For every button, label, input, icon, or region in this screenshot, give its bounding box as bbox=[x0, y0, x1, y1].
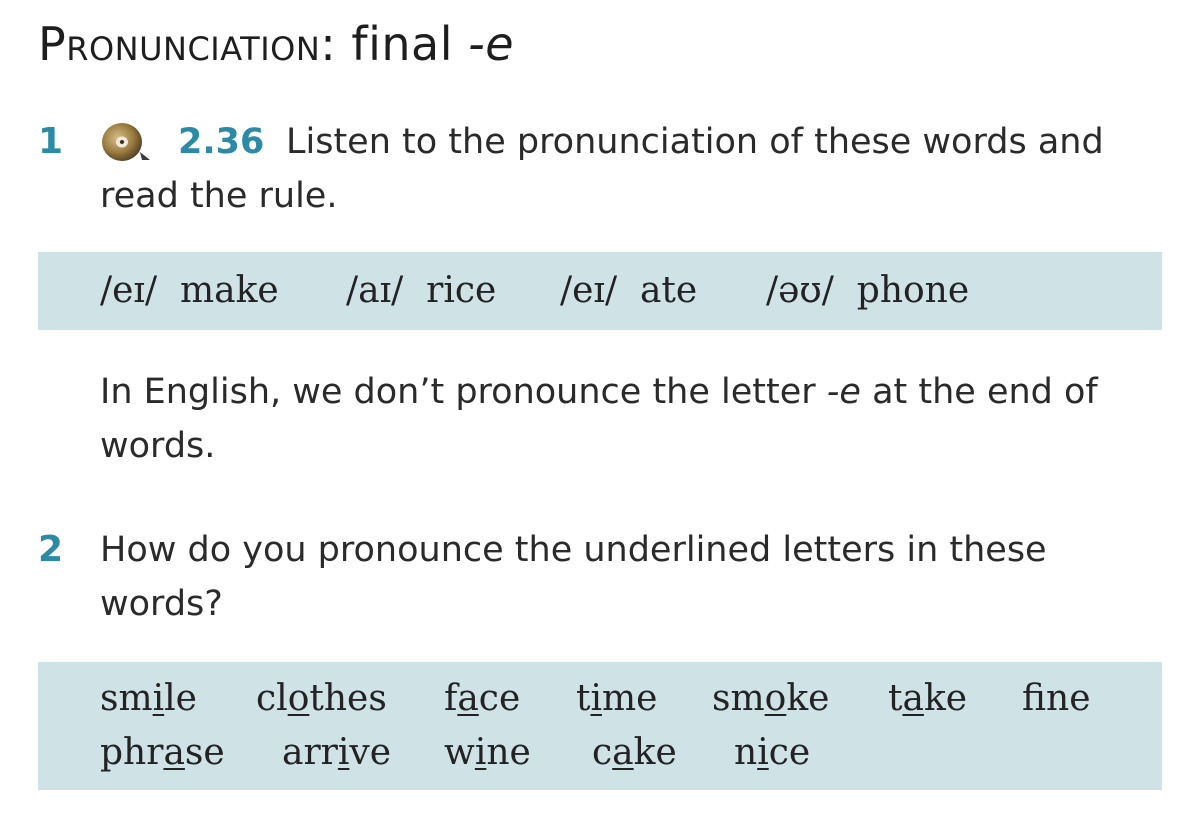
word-nice: nice bbox=[734, 732, 811, 773]
word-item-phone: /əʊ/ phone bbox=[766, 266, 969, 316]
exercise-1-instruction-line-2: read the rule. bbox=[100, 176, 338, 216]
ipa-symbol: /eɪ/ bbox=[560, 270, 618, 311]
exercise-2-instruction-line-1: How do you pronounce the underlined lett… bbox=[100, 530, 1047, 570]
word-smoke: smoke bbox=[712, 678, 830, 719]
example-word: rice bbox=[426, 270, 497, 311]
ipa-symbol: /əʊ/ bbox=[766, 270, 834, 311]
ipa-symbol: /eɪ/ bbox=[100, 270, 158, 311]
title-suffix: -e bbox=[468, 17, 515, 71]
title-colon: : bbox=[320, 17, 337, 71]
example-word: ate bbox=[639, 270, 698, 311]
word-time: time bbox=[576, 678, 658, 719]
exercise-1-number: 1 bbox=[38, 121, 64, 162]
rule-text-part: at the end of bbox=[872, 372, 1098, 412]
word-fine: fine bbox=[1022, 678, 1091, 719]
rule-text-line-1: In English, we don’t pronounce the lette… bbox=[100, 366, 1098, 418]
word-item-rice: /aɪ/ rice bbox=[346, 266, 496, 316]
word-item-make: /eɪ/ make bbox=[100, 266, 279, 316]
rule-text-part: In English, we don’t pronounce the lette… bbox=[100, 372, 816, 412]
word-arrive: arrive bbox=[282, 732, 392, 773]
word-face: face bbox=[444, 678, 521, 719]
exercise-1-instruction-line-1: Listen to the pronunciation of these wor… bbox=[286, 122, 1104, 162]
word-wine: wine bbox=[444, 732, 531, 773]
rule-text-emphasis: -e bbox=[826, 372, 861, 412]
word-smile: smile bbox=[100, 678, 197, 719]
word-take: take bbox=[888, 678, 968, 719]
exercise-2-instruction-line-2: words? bbox=[100, 584, 223, 624]
title-word: Pronunciation bbox=[38, 17, 321, 71]
exercise-2-number: 2 bbox=[38, 529, 64, 570]
page-title: Pronunciation: final -e bbox=[38, 12, 514, 76]
word-item-ate: /eɪ/ ate bbox=[560, 266, 697, 316]
example-word: make bbox=[179, 270, 279, 311]
audio-track-number: 2.36 bbox=[178, 122, 265, 162]
ipa-symbol: /aɪ/ bbox=[346, 270, 404, 311]
word-clothes: clothes bbox=[256, 678, 387, 719]
rule-text-line-2: words. bbox=[100, 426, 216, 466]
example-word: phone bbox=[856, 270, 970, 311]
title-main: final bbox=[351, 17, 453, 71]
word-cake: cake bbox=[592, 732, 677, 773]
word-phrase: phrase bbox=[100, 732, 225, 773]
cd-icon[interactable] bbox=[100, 122, 152, 162]
